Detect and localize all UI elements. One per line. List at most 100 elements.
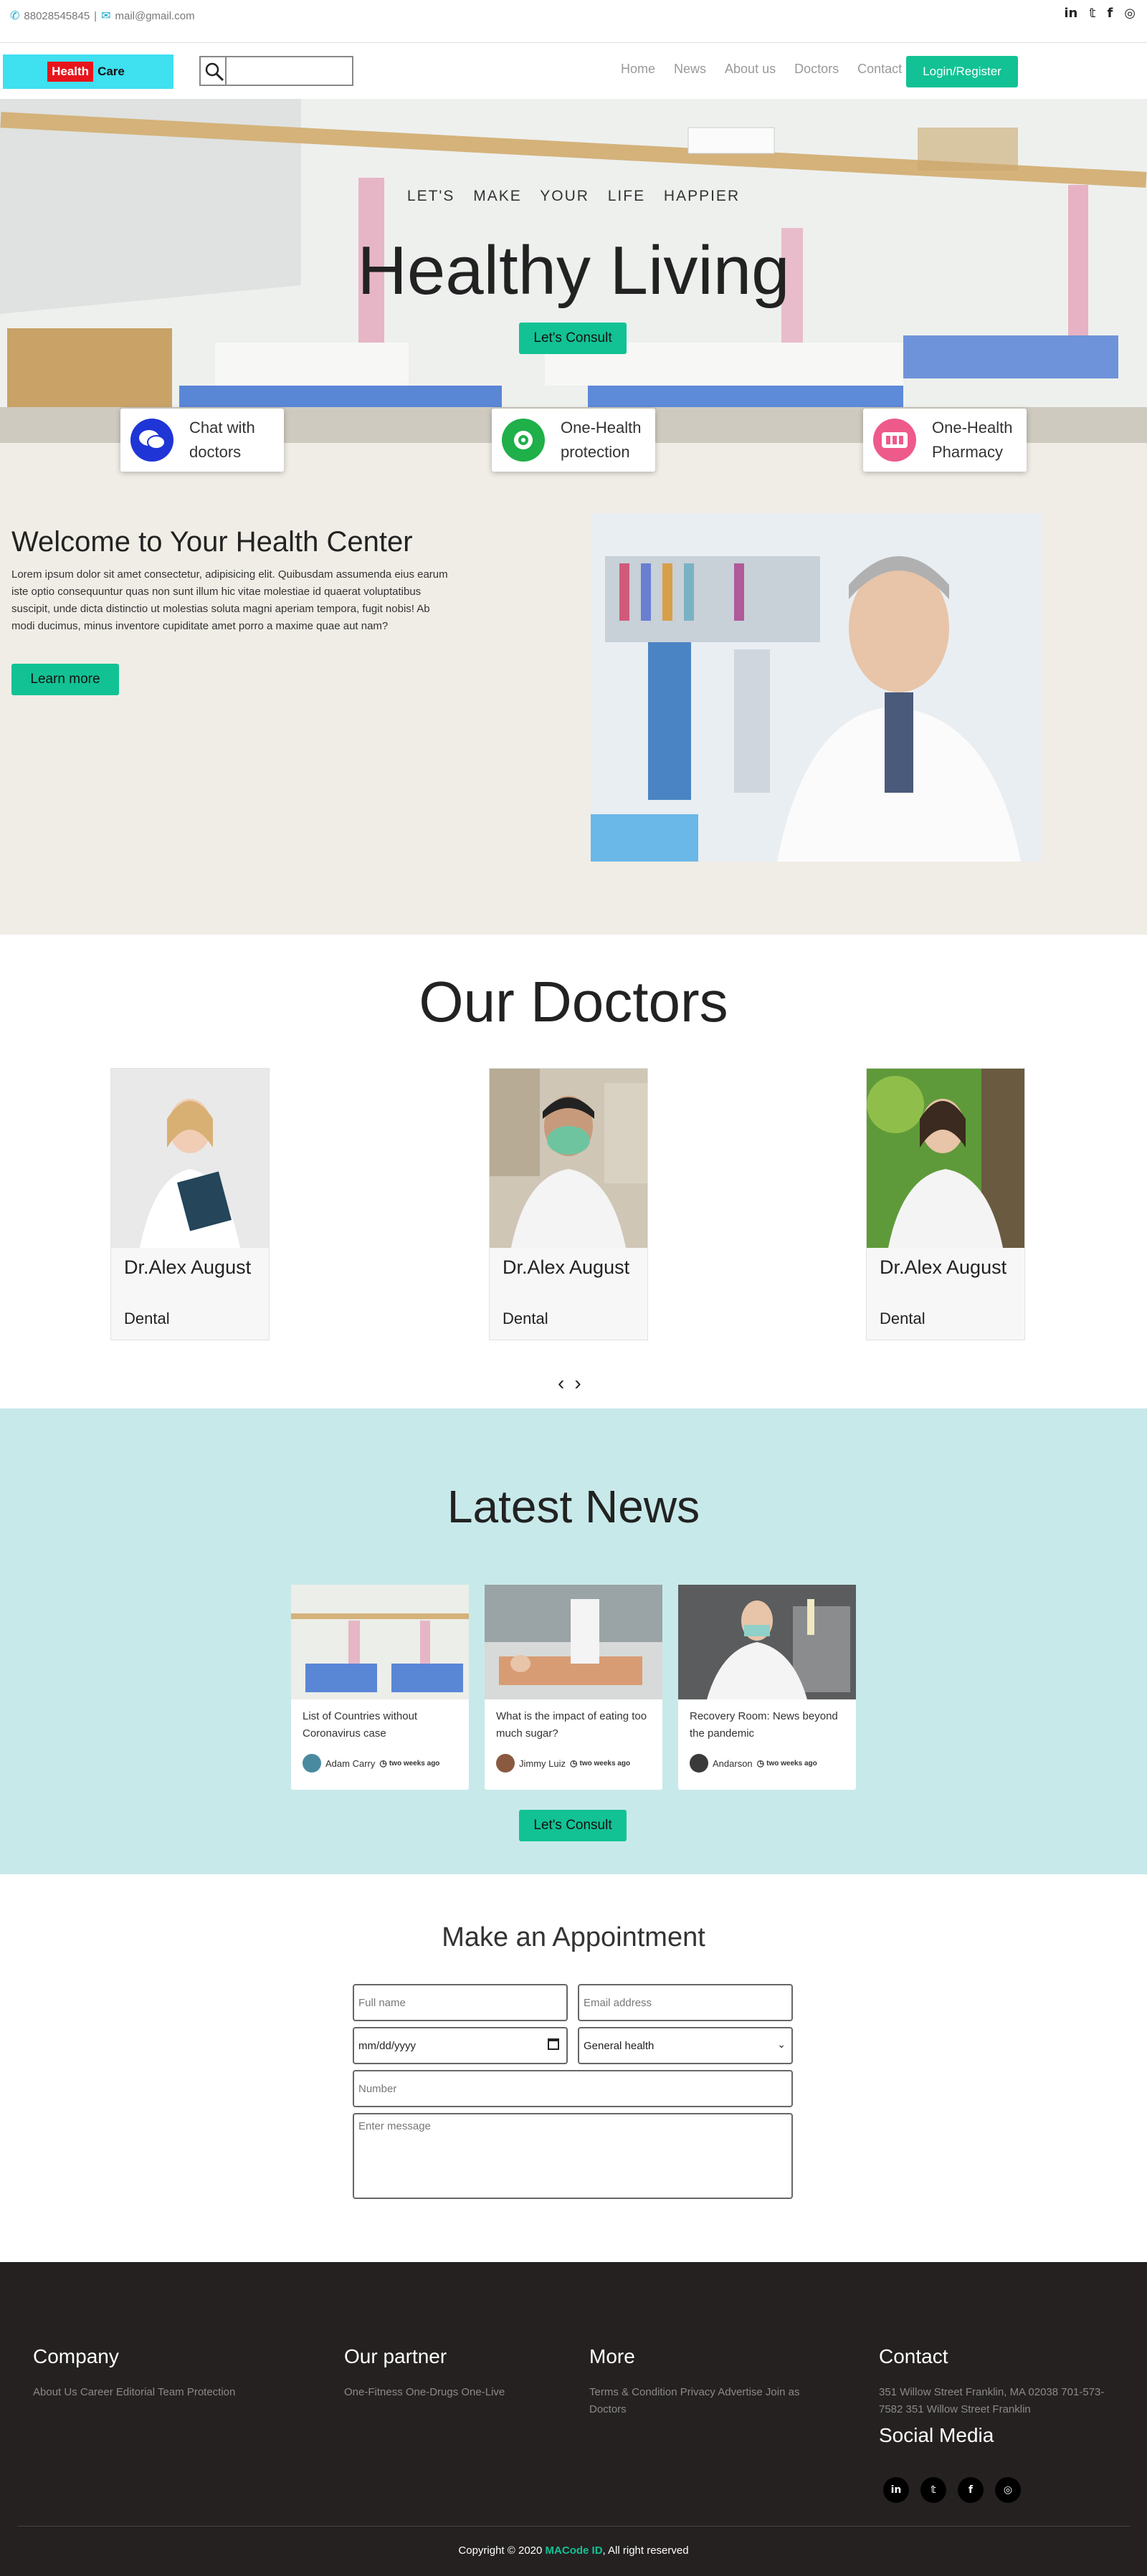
date-field[interactable]: mm/dd/yyyy (353, 2027, 568, 2064)
service-select[interactable]: General health ⌄ (578, 2027, 793, 2064)
footer-partner-links[interactable]: One-Fitness One-Drugs One-Live (344, 2384, 559, 2401)
avatar (690, 1754, 708, 1773)
news-card[interactable]: What is the impact of eating too much su… (485, 1585, 662, 1790)
nav-home[interactable]: Home (621, 62, 655, 77)
news-image (291, 1585, 469, 1699)
news-section: Latest News List of Countries without Co… (0, 1408, 1147, 1874)
footer-contact-address: 351 Willow Street Franklin, MA 02038 701… (879, 2386, 1105, 2415)
news-time: ◷ two weeks ago (570, 1758, 630, 1768)
footer-company-title: Company (33, 2345, 119, 2367)
feature-pharmacy[interactable]: One-Health Pharmacy (863, 409, 1027, 472)
feature-chat[interactable]: Chat with doctors (120, 409, 284, 472)
facebook-icon[interactable]: f (1107, 6, 1113, 21)
doctor-card[interactable]: Dr.Alex August Dental (110, 1068, 270, 1340)
number-field[interactable]: Number (353, 2070, 793, 2107)
logo-care: Care (97, 65, 125, 78)
footer-more-title: More (589, 2345, 635, 2367)
doctor-photo (490, 1069, 647, 1248)
email-address[interactable]: mail@gmail.com (115, 10, 194, 22)
news-author: Adam Carry (325, 1757, 376, 1769)
news-card-title[interactable]: What is the impact of eating too much su… (496, 1708, 654, 1742)
news-time: ◷ two weeks ago (379, 1758, 439, 1768)
feature-protection[interactable]: One-Health protection (492, 409, 655, 472)
feature-chat-label: Chat with doctors (189, 419, 255, 461)
instagram-icon[interactable]: ◎ (995, 2477, 1021, 2503)
doctor-specialty: Dental (124, 1310, 170, 1327)
doctor-photo (867, 1069, 1024, 1248)
nav-news[interactable]: News (674, 62, 706, 77)
search-box (199, 56, 353, 86)
search-divider (225, 57, 227, 85)
separator: | (94, 9, 97, 22)
login-register-button[interactable]: Login/Register (906, 56, 1018, 87)
calendar-icon[interactable] (548, 2038, 559, 2050)
phone-number[interactable]: 88028545845 (24, 10, 90, 22)
clock-icon: ◷ (379, 1758, 387, 1768)
pharmacy-icon (873, 419, 916, 462)
message-field[interactable]: Enter message (353, 2113, 793, 2199)
avatar (303, 1754, 321, 1773)
appointment-title: Make an Appointment (442, 1922, 705, 1952)
doctor-portrait-image (591, 513, 1041, 862)
feature-pharmacy-label: One-Health Pharmacy (932, 419, 1013, 461)
search-icon[interactable] (204, 61, 225, 82)
news-time-text: two weeks ago (389, 1759, 440, 1768)
news-time-text: two weeks ago (579, 1759, 631, 1768)
welcome-title: Welcome to Your Health Center (11, 526, 413, 558)
news-card-title[interactable]: Recovery Room: News beyond the pandemic (690, 1708, 847, 1742)
chevron-left-icon[interactable]: ‹ (558, 1372, 564, 1395)
doctor-card[interactable]: Dr.Alex August Dental (489, 1068, 648, 1340)
twitter-icon[interactable]: 𝕥 (920, 2477, 946, 2503)
chevron-down-icon: ⌄ (777, 2038, 786, 2050)
site-logo[interactable]: Health Care (3, 54, 173, 89)
copyright-brand[interactable]: MACode ID (546, 2544, 603, 2557)
news-time: ◷ two weeks ago (757, 1758, 817, 1768)
hero-title: Healthy Living (357, 232, 790, 309)
email-field[interactable]: Email address (578, 1984, 793, 2021)
footer-social-links: in 𝕥 f ◎ (883, 2477, 1021, 2503)
nav-about[interactable]: About us (725, 62, 776, 77)
main-nav: Home News About us Doctors Contact (621, 62, 902, 77)
news-card-title[interactable]: List of Countries without Coronavirus ca… (303, 1708, 460, 1742)
footer-divider (17, 2526, 1130, 2527)
hero-section: LET'S MAKE YOUR LIFE HAPPIER Healthy Liv… (0, 99, 1147, 443)
copyright: Copyright © 2020 MACode ID, All right re… (0, 2544, 1147, 2557)
footer-social-title: Social Media (879, 2424, 994, 2446)
fullname-field[interactable]: Full name (353, 1984, 568, 2021)
hero-consult-button[interactable]: Let's Consult (519, 323, 627, 354)
instagram-icon[interactable]: ◎ (1124, 6, 1136, 21)
virus-shield-icon (502, 419, 545, 462)
linkedin-icon[interactable]: in (1064, 6, 1077, 21)
doctor-card[interactable]: Dr.Alex August Dental (866, 1068, 1025, 1340)
search-input[interactable] (228, 57, 350, 85)
nav-doctors[interactable]: Doctors (794, 62, 839, 77)
twitter-icon[interactable]: 𝕥 (1089, 6, 1095, 21)
feature-protection-label: One-Health protection (561, 419, 642, 461)
linkedin-icon[interactable]: in (883, 2477, 909, 2503)
logo-health: Health (47, 62, 94, 82)
news-card[interactable]: List of Countries without Coronavirus ca… (291, 1585, 469, 1790)
chevron-right-icon[interactable]: › (574, 1372, 581, 1395)
news-title: Latest News (447, 1481, 700, 1532)
welcome-text: Lorem ipsum dolor sit amet consectetur, … (11, 568, 448, 632)
nav-contact[interactable]: Contact (857, 62, 902, 77)
learn-more-button[interactable]: Learn more (11, 664, 119, 695)
footer-more-links[interactable]: Terms & Condition Privacy Advertise Join… (589, 2384, 826, 2418)
doctors-carousel-arrows: ‹ › (558, 1372, 581, 1395)
news-time-text: two weeks ago (766, 1759, 817, 1768)
copyright-prefix: Copyright © 2020 (458, 2544, 546, 2557)
doctor-name: Dr.Alex August (503, 1256, 630, 1278)
doctor-name: Dr.Alex August (880, 1256, 1007, 1278)
facebook-icon[interactable]: f (958, 2477, 984, 2503)
news-image (485, 1585, 662, 1699)
news-card[interactable]: Recovery Room: News beyond the pandemic … (678, 1585, 856, 1790)
clock-icon: ◷ (756, 1758, 765, 1768)
doctors-title: Our Doctors (419, 970, 728, 1034)
date-placeholder: mm/dd/yyyy (358, 2039, 417, 2052)
footer-company-links[interactable]: About Us Career Editorial Team Protectio… (33, 2384, 291, 2401)
footer-partner-title: Our partner (344, 2345, 447, 2367)
hero-tagline: LET'S MAKE YOUR LIFE HAPPIER (406, 188, 741, 204)
news-author: Jimmy Luiz (519, 1757, 566, 1769)
top-bar: ✆ 88028545845 | ✉ mail@gmail.com in 𝕥 f … (0, 0, 1147, 43)
news-consult-button[interactable]: Let's Consult (519, 1810, 627, 1841)
